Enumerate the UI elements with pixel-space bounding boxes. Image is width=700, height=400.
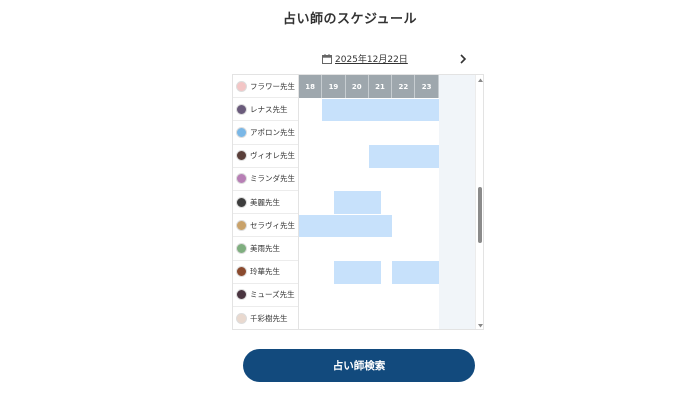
fortune-teller-name: ヴィオレ先生	[250, 151, 295, 161]
fortune-teller-name: ミランダ先生	[250, 174, 295, 184]
grid-side-column	[439, 75, 475, 329]
fortune-teller-name: レナス先生	[250, 104, 288, 114]
available-slot[interactable]	[392, 260, 439, 284]
fortune-teller-name: アポロン先生	[250, 127, 295, 137]
avatar	[236, 173, 247, 185]
fortune-teller-row[interactable]: ミューズ先生	[233, 284, 298, 307]
scrollbar[interactable]	[475, 75, 484, 329]
hour-header-cell: 18	[299, 75, 323, 98]
avatar	[236, 80, 247, 92]
hour-header: 18 19 20 21 22 23	[299, 75, 439, 98]
fortune-teller-row[interactable]: 千彩樹先生	[233, 307, 298, 329]
available-slot[interactable]	[368, 144, 439, 168]
fortune-teller-name: 美雨先生	[250, 243, 280, 253]
avatar	[236, 266, 247, 278]
fortune-teller-name: セラヴィ先生	[250, 220, 295, 230]
avatar	[236, 289, 247, 301]
fortune-teller-row[interactable]: ミランダ先生	[233, 168, 298, 191]
fortune-teller-name: 千彩樹先生	[250, 313, 288, 323]
avatar	[236, 219, 247, 231]
avatar	[236, 126, 247, 138]
avatar	[236, 242, 247, 254]
fortune-teller-name: ミューズ先生	[250, 290, 295, 300]
hour-header-cell: 20	[345, 75, 369, 98]
fortune-teller-search-button[interactable]: 占い師検索	[243, 349, 475, 382]
fortune-teller-row[interactable]: レナス先生	[233, 98, 298, 122]
avatar	[236, 312, 247, 324]
fortune-teller-row[interactable]: 玲華先生	[233, 261, 298, 284]
fortune-teller-row[interactable]: フラワー先生	[233, 75, 298, 99]
chevron-right-icon[interactable]	[458, 53, 468, 65]
hour-header-cell: 22	[392, 75, 416, 98]
fortune-teller-row[interactable]: アポロン先生	[233, 121, 298, 145]
fortune-teller-name: 美麗先生	[250, 197, 280, 207]
fortune-teller-list: フラワー先生 レナス先生アポロン先生 ヴィオレ先生 ミランダ先生 美麗先生セラヴィ先生美…	[233, 75, 299, 329]
page-title: 占い師のスケジュール	[282, 12, 418, 27]
selected-date[interactable]: 2025年12月22日	[335, 52, 408, 65]
available-slot[interactable]	[299, 214, 393, 238]
date-navigation: 2025年12月22日	[0, 52, 700, 66]
fortune-teller-row[interactable]: 美雨先生	[233, 237, 298, 261]
avatar	[236, 196, 247, 208]
scroll-down-icon[interactable]	[477, 322, 484, 329]
schedule-grid: フラワー先生 レナス先生アポロン先生 ヴィオレ先生 ミランダ先生 美麗先生セラヴィ先生美…	[232, 74, 484, 330]
fortune-teller-name: 玲華先生	[250, 267, 280, 277]
hour-header-cell: 19	[322, 75, 346, 98]
available-slot[interactable]	[322, 98, 439, 122]
available-slot[interactable]	[333, 260, 381, 284]
fortune-teller-name: フラワー先生	[250, 81, 295, 91]
avatar	[236, 103, 247, 115]
fortune-teller-row[interactable]: セラヴィ先生	[233, 214, 298, 238]
calendar-icon	[322, 53, 332, 64]
fortune-teller-row[interactable]: 美麗先生	[233, 191, 298, 215]
hour-header-cell: 23	[415, 75, 439, 98]
hour-header-cell: 21	[368, 75, 393, 98]
available-slot[interactable]	[333, 191, 381, 214]
fortune-teller-row[interactable]: ヴィオレ先生	[233, 145, 298, 168]
scrollbar-thumb[interactable]	[478, 187, 482, 243]
scroll-up-icon[interactable]	[477, 77, 484, 84]
avatar	[236, 150, 247, 162]
date-picker[interactable]: 2025年12月22日	[322, 52, 408, 65]
